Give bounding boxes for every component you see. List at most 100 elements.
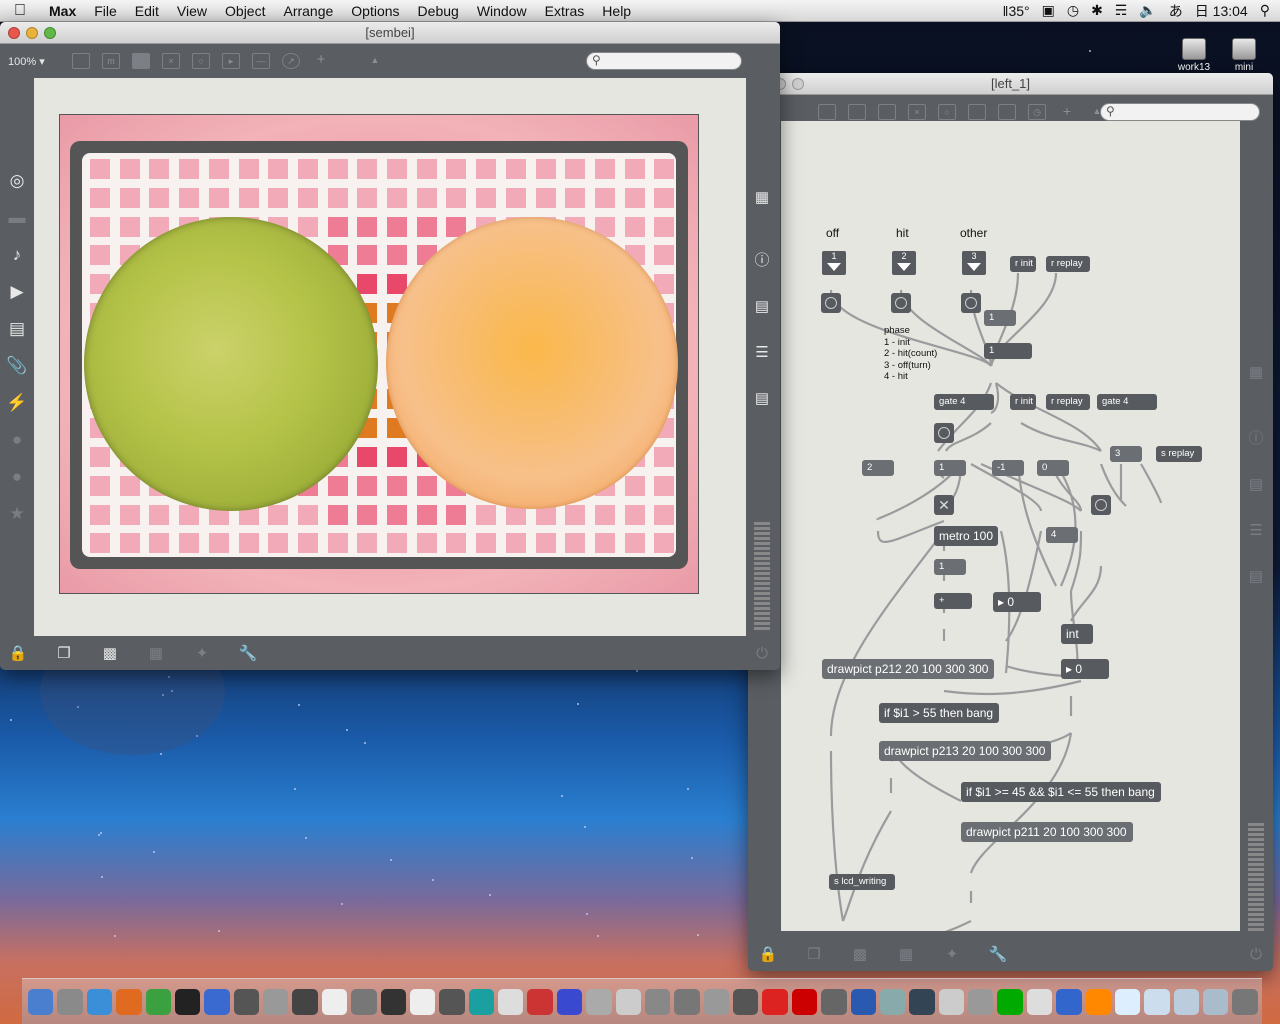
object-s-replay[interactable]: s replay <box>1156 446 1202 462</box>
dock-app38-icon[interactable] <box>1144 988 1170 1015</box>
dock-app29-icon[interactable] <box>879 988 906 1015</box>
close-button[interactable] <box>8 27 20 39</box>
comment-bubble-icon[interactable]: ▩ <box>848 945 872 965</box>
dock-app35-icon[interactable] <box>1056 988 1082 1015</box>
apple-menu-icon[interactable]:  <box>0 2 40 20</box>
lcd-display[interactable] <box>59 114 699 594</box>
dock-app32-icon[interactable] <box>968 988 994 1015</box>
message-3[interactable]: 3 <box>1110 446 1142 462</box>
book-icon[interactable]: ▤ <box>1246 475 1266 495</box>
dock-trash-icon[interactable] <box>1232 988 1258 1015</box>
menu-edit[interactable]: Edit <box>126 3 168 19</box>
dial-icon[interactable]: ◷ <box>1028 104 1046 120</box>
presentation-icon[interactable]: ❐ <box>52 644 76 664</box>
lock-icon[interactable]: 🔒 <box>756 945 780 965</box>
object-metro[interactable]: metro 100 <box>934 526 998 546</box>
bang-off[interactable] <box>821 293 841 313</box>
dock-firefox-icon[interactable] <box>116 988 142 1015</box>
volume-icon[interactable]: 🔈 <box>1139 2 1156 19</box>
snap-icon[interactable]: ✦ <box>190 644 214 664</box>
patcher-window-icon[interactable] <box>72 53 90 69</box>
dial-icon[interactable]: ↗ <box>282 53 300 69</box>
dock-app40-icon[interactable] <box>1203 988 1229 1015</box>
message-1a[interactable]: 1 <box>934 460 966 476</box>
dock-app18-icon[interactable] <box>556 988 583 1015</box>
bang-icon[interactable]: ○ <box>938 104 956 120</box>
dock-app37-icon[interactable] <box>1114 988 1141 1015</box>
message-drawpict-p211[interactable]: drawpict p211 20 100 300 300 <box>961 822 1133 842</box>
dock-app21-icon[interactable] <box>644 988 671 1015</box>
temperature-status[interactable]: ‖35° <box>1003 3 1030 19</box>
input-method[interactable]: あ <box>1169 1 1183 21</box>
object-if-between-45-55[interactable]: if $i1 >= 45 && $i1 <= 55 then bang <box>961 782 1161 802</box>
book-icon[interactable]: ▤ <box>752 297 772 317</box>
star-icon[interactable]: ★ <box>5 502 29 526</box>
inlet-1[interactable]: 1 <box>822 251 846 275</box>
slider-icon[interactable]: — <box>252 53 270 69</box>
menu-view[interactable]: View <box>168 3 216 19</box>
desktop-icon-work13[interactable]: work13 <box>1170 38 1218 73</box>
dock-app8-icon[interactable] <box>263 988 289 1015</box>
dock-app20-icon[interactable] <box>615 988 641 1015</box>
menu-object[interactable]: Object <box>216 3 274 19</box>
menu-app-name[interactable]: Max <box>40 3 85 19</box>
dock-app9-icon[interactable] <box>292 988 318 1015</box>
message-drawpict-p212[interactable]: drawpict p212 20 100 300 300 <box>822 659 994 679</box>
reference-icon[interactable]: ▤ <box>752 389 772 409</box>
inlet-2[interactable]: 2 <box>892 251 916 275</box>
presentation-canvas[interactable] <box>34 78 746 636</box>
note-icon[interactable]: ♪ <box>5 243 29 267</box>
wrench-icon[interactable]: 🔧 <box>986 945 1010 965</box>
dock-app31-icon[interactable] <box>938 988 964 1015</box>
bang-icon[interactable]: ○ <box>192 53 210 69</box>
message-1[interactable]: 1 <box>984 310 1016 326</box>
menu-file[interactable]: File <box>85 3 126 19</box>
number-icon[interactable] <box>968 104 986 120</box>
object-int[interactable]: int <box>1061 624 1093 644</box>
snap-icon[interactable]: ✦ <box>940 945 964 965</box>
dock-app16-icon[interactable] <box>498 988 524 1015</box>
number-phase[interactable]: 1 <box>984 343 1032 359</box>
message-1b[interactable]: 1 <box>934 559 966 575</box>
dock-app7-icon[interactable] <box>233 988 259 1015</box>
patcher-canvas[interactable]: off hit other 1 2 3 r init r replay 1 1 … <box>781 121 1240 931</box>
power-icon[interactable]: ⏻ <box>752 644 772 664</box>
message-4[interactable]: 4 <box>1046 527 1078 543</box>
dock-app13-icon[interactable] <box>409 988 436 1015</box>
dock-app11-icon[interactable] <box>351 988 377 1015</box>
lock-icon[interactable]: 🔒 <box>6 644 30 664</box>
dock-bbedit-icon[interactable] <box>145 988 171 1015</box>
time-machine-icon[interactable]: ◷ <box>1067 2 1079 19</box>
menu-extras[interactable]: Extras <box>536 3 594 19</box>
dock-system-prefs-icon[interactable] <box>57 988 83 1015</box>
minimize-button[interactable] <box>26 27 38 39</box>
dock-app39-icon[interactable] <box>1173 988 1199 1015</box>
bang-right[interactable] <box>1091 495 1111 515</box>
object-gate-a[interactable]: gate 4 <box>934 394 994 410</box>
message-2[interactable]: 2 <box>862 460 894 476</box>
inlet-3[interactable]: 3 <box>962 251 986 275</box>
menu-debug[interactable]: Debug <box>409 3 468 19</box>
bang-hit[interactable] <box>891 293 911 313</box>
object-r-replay-2[interactable]: r replay <box>1046 394 1090 410</box>
reference-icon[interactable]: ▤ <box>1246 567 1266 587</box>
toggle-metro[interactable]: ✕ <box>934 495 954 515</box>
image-icon[interactable]: ▤ <box>5 317 29 341</box>
comment-icon[interactable] <box>848 104 866 120</box>
keyboard-grid-icon[interactable]: ▦ <box>1246 363 1266 383</box>
zoom-button[interactable] <box>44 27 56 39</box>
bang-other[interactable] <box>961 293 981 313</box>
object-r-replay-1[interactable]: r replay <box>1046 256 1090 272</box>
comment-icon[interactable]: m <box>102 53 120 69</box>
message-drawpict-p213[interactable]: drawpict p213 20 100 300 300 <box>879 741 1051 761</box>
zoom-select[interactable]: 100% ▾ <box>0 55 66 68</box>
bang-gate-out[interactable] <box>934 423 954 443</box>
dock-safari-icon[interactable] <box>86 988 113 1015</box>
presentation-icon[interactable]: ❐ <box>802 945 826 965</box>
object-r-init-1[interactable]: r init <box>1010 256 1036 272</box>
clock[interactable]: 日 13:04 <box>1195 1 1248 21</box>
dock-app30-icon[interactable] <box>909 988 935 1015</box>
wrench-icon[interactable]: 🔧 <box>236 644 260 664</box>
spotlight-icon[interactable]: ⚲ <box>1260 2 1270 19</box>
message-icon[interactable] <box>878 104 896 120</box>
